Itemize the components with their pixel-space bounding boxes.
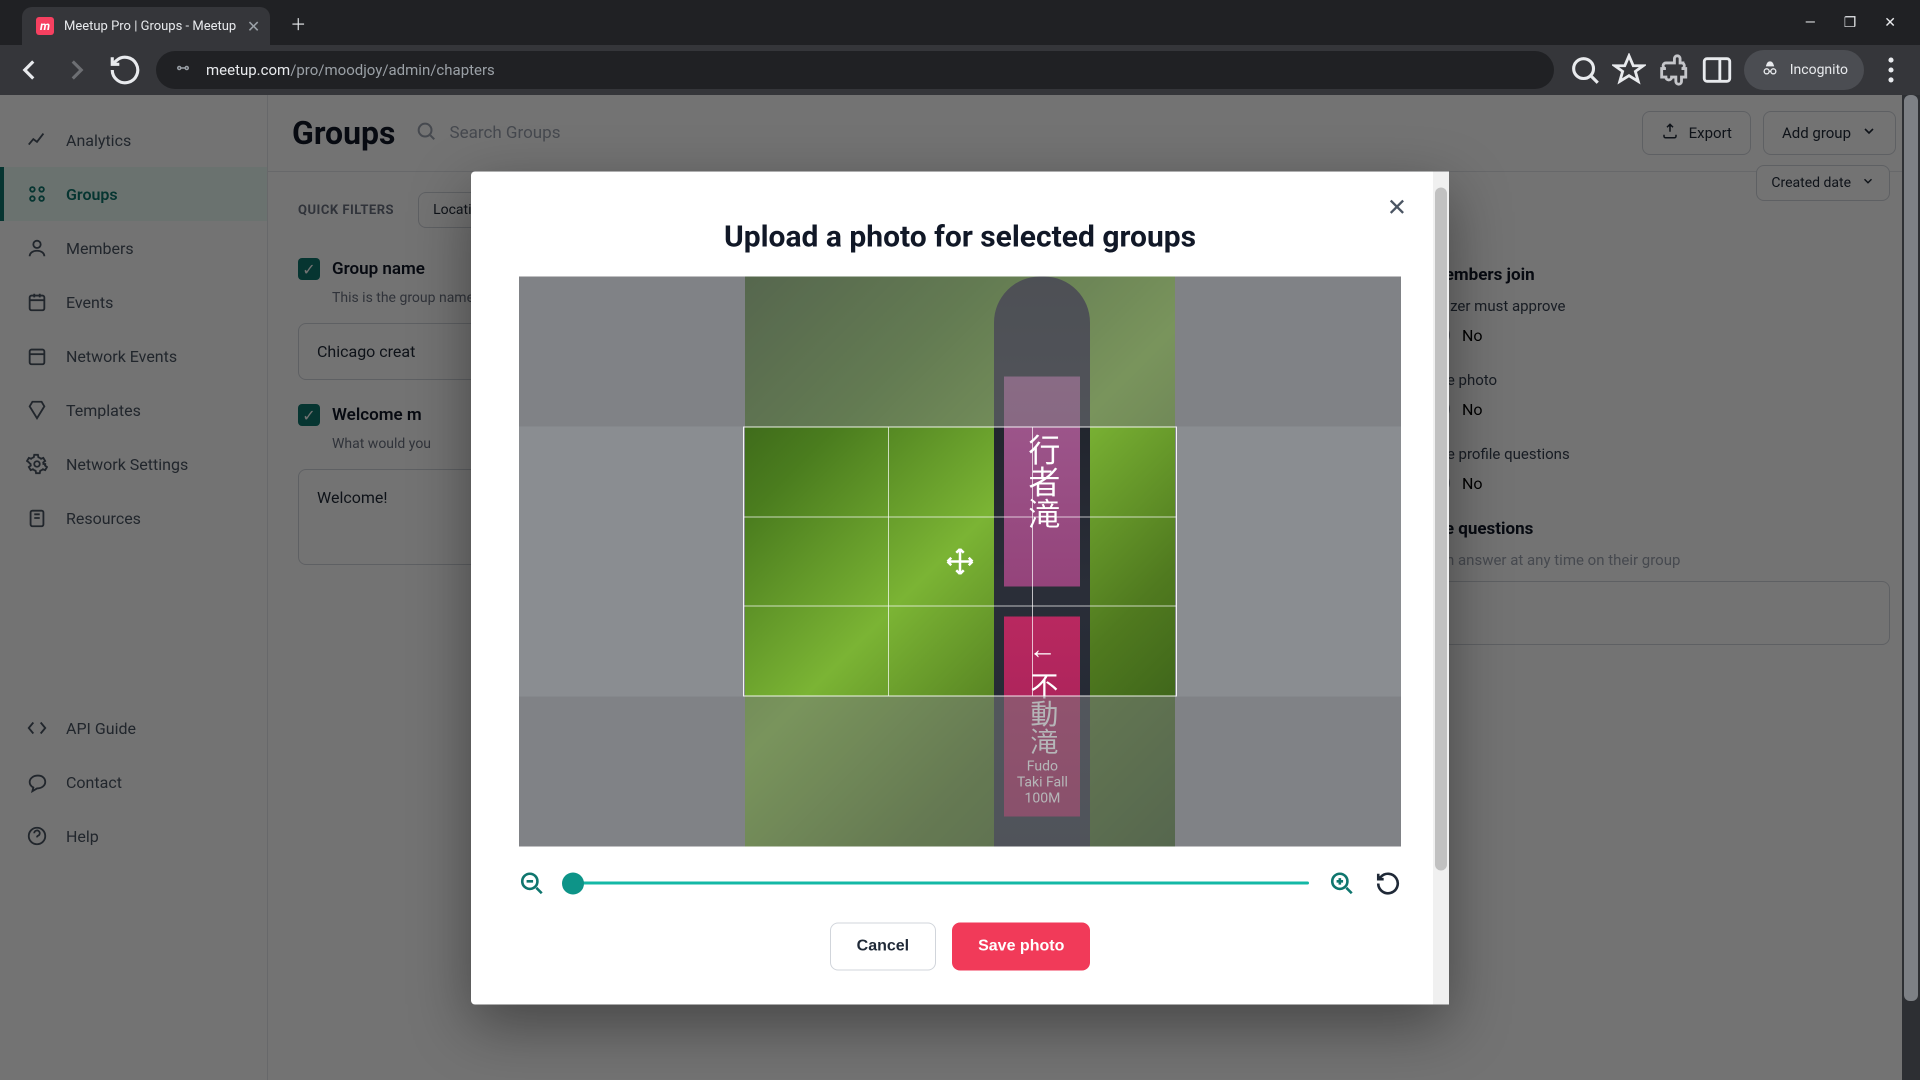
page-scrollbar[interactable] xyxy=(1902,95,1920,1080)
search-icon[interactable] xyxy=(1568,53,1602,87)
zoom-in-icon[interactable] xyxy=(1329,870,1355,896)
minimize-icon[interactable]: ― xyxy=(1805,15,1816,31)
upload-photo-modal: ✕ Upload a photo for selected groups 行者滝… xyxy=(471,171,1449,1004)
photo-crop-area[interactable]: 行者滝 ← 不動滝 Fudo Taki Fall 100M xyxy=(519,276,1401,846)
sign-subtext: Fudo Taki Fall xyxy=(1014,758,1070,790)
sign-distance: 100M xyxy=(1014,790,1070,806)
slider-thumb[interactable] xyxy=(562,872,584,894)
browser-tab-strip: m Meetup Pro | Groups - Meetup ✕ ＋ ― ❐ ✕ xyxy=(0,0,1920,45)
url-path: /pro/moodjoy/admin/chapters xyxy=(290,61,495,79)
reload-button[interactable] xyxy=(108,53,142,87)
incognito-badge[interactable]: Incognito xyxy=(1744,50,1864,90)
save-photo-button[interactable]: Save photo xyxy=(952,922,1090,970)
incognito-icon xyxy=(1760,58,1780,82)
modal-scrollbar[interactable] xyxy=(1433,171,1449,1004)
extensions-icon[interactable] xyxy=(1656,53,1690,87)
close-icon[interactable]: ✕ xyxy=(247,17,260,36)
browser-toolbar: meetup.com/pro/moodjoy/admin/chapters In… xyxy=(0,45,1920,95)
rotate-icon[interactable] xyxy=(1375,870,1401,896)
back-button[interactable] xyxy=(12,53,46,87)
browser-tab[interactable]: m Meetup Pro | Groups - Meetup ✕ xyxy=(22,7,270,45)
side-panel-icon[interactable] xyxy=(1700,53,1734,87)
bookmark-icon[interactable] xyxy=(1612,53,1646,87)
tab-title: Meetup Pro | Groups - Meetup xyxy=(64,19,236,34)
site-info-icon[interactable] xyxy=(174,59,192,81)
close-icon[interactable]: ✕ xyxy=(1387,193,1407,221)
incognito-label: Incognito xyxy=(1790,62,1848,78)
zoom-slider[interactable] xyxy=(565,882,1309,885)
move-icon xyxy=(945,546,975,576)
modal-title: Upload a photo for selected groups xyxy=(471,171,1449,276)
url-bar[interactable]: meetup.com/pro/moodjoy/admin/chapters xyxy=(156,51,1554,89)
maximize-icon[interactable]: ❐ xyxy=(1844,15,1857,31)
url-domain: meetup.com xyxy=(206,61,290,79)
cancel-button[interactable]: Cancel xyxy=(830,922,936,970)
window-close-icon[interactable]: ✕ xyxy=(1884,15,1896,31)
zoom-out-icon[interactable] xyxy=(519,870,545,896)
new-tab-button[interactable]: ＋ xyxy=(284,9,312,37)
meetup-favicon: m xyxy=(36,17,54,35)
crop-selection[interactable] xyxy=(743,426,1177,696)
kebab-menu-icon[interactable] xyxy=(1874,53,1908,87)
forward-button[interactable] xyxy=(60,53,94,87)
